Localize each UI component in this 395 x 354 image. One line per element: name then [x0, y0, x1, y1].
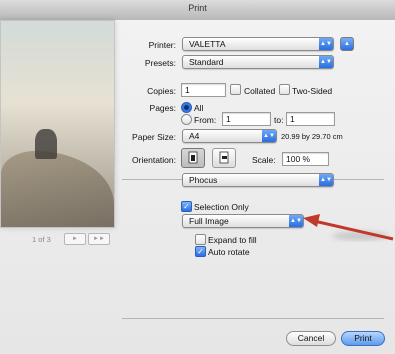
- expand-to-fill-label: Expand to fill: [208, 235, 257, 245]
- printer-label: Printer:: [148, 40, 176, 50]
- pages-label: Pages:: [149, 103, 176, 113]
- popup-arrows-icon: ▲▼: [319, 174, 333, 186]
- pages-to-field[interactable]: 1: [286, 112, 335, 126]
- two-sided-label: Two-Sided: [292, 86, 333, 96]
- print-preview: [0, 20, 115, 228]
- expand-to-fill-checkbox[interactable]: [195, 234, 206, 245]
- scale-field[interactable]: 100 %: [282, 152, 329, 166]
- portrait-orientation-button[interactable]: [181, 148, 205, 168]
- last-page-button[interactable]: ►►: [88, 233, 110, 245]
- portrait-icon: [188, 151, 198, 164]
- landscape-icon: [219, 151, 229, 164]
- copies-label: Copies:: [147, 86, 176, 96]
- presets-label: Presets:: [144, 58, 176, 68]
- pages-from-label: From:: [194, 115, 217, 125]
- title-bar: Print: [0, 0, 395, 21]
- paper-size-label: Paper Size:: [132, 132, 176, 142]
- presets-value: Standard: [189, 57, 224, 67]
- section-popup[interactable]: Phocus ▲▼: [182, 173, 334, 187]
- next-page-button[interactable]: ►: [64, 233, 86, 245]
- presets-popup[interactable]: Standard ▲▼: [182, 55, 334, 69]
- pages-from-field[interactable]: 1: [222, 112, 271, 126]
- collated-checkbox[interactable]: [230, 84, 241, 95]
- auto-rotate-checkbox[interactable]: ✓: [195, 246, 206, 257]
- preview-hill: [1, 151, 114, 227]
- printer-value: VALETTA: [189, 39, 226, 49]
- print-button[interactable]: Print: [341, 331, 385, 346]
- paper-size-popup[interactable]: A4 ▲▼: [182, 129, 277, 143]
- pages-from-radio[interactable]: [181, 114, 192, 125]
- page-indicator: 1 of 3: [32, 235, 51, 244]
- preview-figure: [35, 129, 57, 159]
- pages-all-label: All: [194, 103, 204, 113]
- image-mode-popup[interactable]: Full Image ▲▼: [182, 214, 304, 228]
- two-sided-checkbox[interactable]: [279, 84, 290, 95]
- window-title: Print: [188, 3, 207, 13]
- popup-arrows-icon: ▲▼: [262, 130, 276, 142]
- disclosure-up-icon[interactable]: ▲: [340, 37, 354, 51]
- auto-rotate-label: Auto rotate: [208, 247, 250, 257]
- section-value: Phocus: [189, 175, 218, 185]
- bottom-divider: [122, 318, 384, 319]
- copies-field[interactable]: 1: [181, 83, 226, 97]
- printer-popup[interactable]: VALETTA ▲▼: [182, 37, 334, 51]
- selection-only-checkbox[interactable]: ✓: [181, 201, 192, 212]
- popup-arrows-icon: ▲▼: [319, 56, 333, 68]
- paper-size-value: A4: [189, 131, 200, 141]
- pages-all-radio[interactable]: [181, 102, 192, 113]
- pages-to-label: to:: [274, 115, 284, 125]
- cancel-button[interactable]: Cancel: [286, 331, 336, 346]
- orientation-label: Orientation:: [132, 155, 176, 165]
- popup-arrows-icon: ▲▼: [319, 38, 333, 50]
- collated-label: Collated: [244, 86, 276, 96]
- image-mode-value: Full Image: [189, 216, 229, 226]
- annotation-arrow-icon: [303, 214, 394, 241]
- scale-label: Scale:: [252, 155, 276, 165]
- paper-dimensions: 20.99 by 29.70 cm: [281, 132, 343, 141]
- selection-only-label: Selection Only: [194, 202, 249, 212]
- landscape-orientation-button[interactable]: [212, 148, 236, 168]
